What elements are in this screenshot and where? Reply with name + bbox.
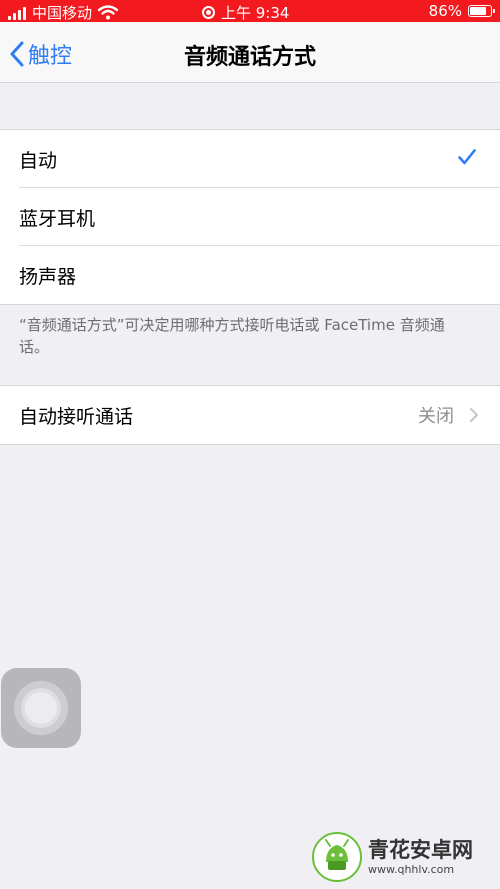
navigation-bar: 触控 音频通话方式 bbox=[0, 22, 500, 83]
option-label: 扬声器 bbox=[19, 265, 77, 288]
auto-answer-group: 自动接听通话 关闭 bbox=[0, 385, 500, 445]
assistive-touch-icon[interactable] bbox=[1, 668, 81, 748]
battery-icon bbox=[468, 5, 495, 17]
page-title: 音频通话方式 bbox=[183, 45, 316, 70]
status-bar: 中国移动 上午 9:34 86% bbox=[0, 0, 500, 22]
signal-icon bbox=[8, 6, 26, 20]
option-auto[interactable]: 自动 bbox=[0, 130, 500, 188]
chevron-right-icon bbox=[470, 408, 478, 422]
auto-answer-value: 关闭 bbox=[418, 406, 454, 427]
option-speaker[interactable]: 扬声器 bbox=[0, 246, 500, 304]
option-label: 蓝牙耳机 bbox=[19, 207, 96, 230]
time-label: 上午 9:34 bbox=[221, 4, 290, 22]
option-label: 自动 bbox=[19, 149, 58, 172]
auto-answer-row[interactable]: 自动接听通话 关闭 bbox=[0, 386, 500, 444]
auto-answer-label: 自动接听通话 bbox=[19, 405, 134, 428]
watermark-logo-icon bbox=[312, 832, 362, 882]
section-footnote: “音频通话方式”可决定用哪种方式接听电话或 FaceTime 音频通话。 bbox=[19, 316, 445, 356]
watermark: 青花安卓网 www.qhhlv.com bbox=[312, 832, 473, 882]
watermark-url: www.qhhlv.com bbox=[368, 862, 455, 876]
checkmark-icon bbox=[458, 149, 476, 165]
option-bluetooth-headset[interactable]: 蓝牙耳机 bbox=[0, 188, 500, 246]
carrier-label: 中国移动 bbox=[32, 4, 93, 22]
screen-record-icon bbox=[202, 6, 215, 19]
watermark-name: 青花安卓网 bbox=[368, 837, 473, 862]
audio-route-options: 自动 蓝牙耳机 扬声器 bbox=[0, 129, 500, 305]
battery-percent: 86% bbox=[428, 2, 462, 20]
wifi-icon bbox=[98, 5, 119, 20]
